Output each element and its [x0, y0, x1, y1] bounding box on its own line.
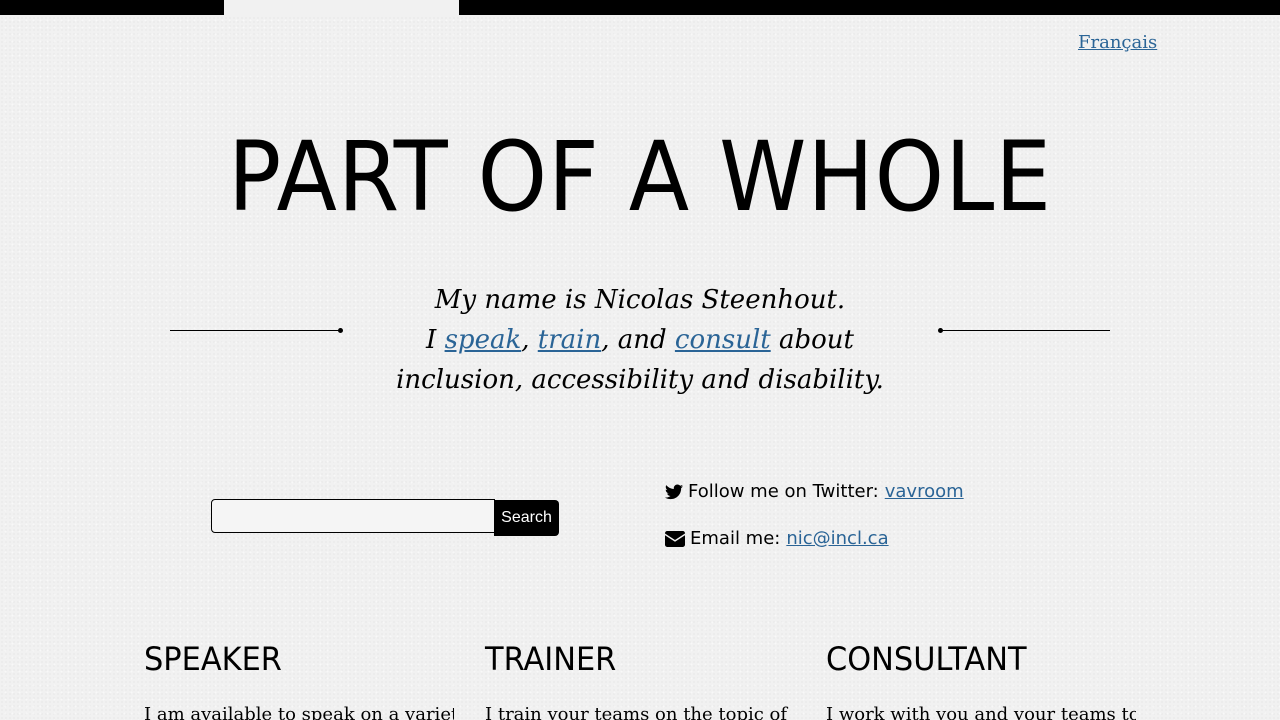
trainer-text: I train your teams on the topic of [485, 704, 788, 720]
site-title: PART OF A WHOLE [228, 121, 1052, 233]
tagline-line-2: I speak, train, and consult about [340, 320, 940, 360]
tagline-line-1: My name is Nicolas Steenhout. [434, 285, 846, 315]
speaker-text: I am available to speak on a variety [144, 704, 454, 720]
envelope-icon [665, 530, 685, 547]
twitter-contact: Follow me on Twitter: vavroom [665, 481, 964, 502]
language-switch-link[interactable]: Français [1078, 32, 1157, 53]
search-button[interactable]: Search [494, 500, 559, 536]
search-form: Search [211, 499, 559, 536]
trainer-section: TRAINER I train your teams on the topic … [485, 640, 795, 720]
train-link[interactable]: train [538, 325, 601, 355]
trainer-heading: TRAINER [485, 640, 617, 678]
top-bar-gap [224, 0, 459, 15]
tagline-line-3: inclusion, accessibility and disability. [396, 365, 884, 395]
tagline: My name is Nicolas Steenhout. I speak, t… [340, 280, 940, 400]
tagline-decoration-right [938, 328, 1110, 333]
speaker-heading: SPEAKER [144, 640, 282, 678]
tagline-prefix: I [426, 325, 445, 355]
twitter-label: Follow me on Twitter: [688, 481, 879, 502]
speaker-section: SPEAKER I am available to speak on a var… [144, 640, 454, 720]
consultant-section: CONSULTANT I work with you and your team… [826, 640, 1136, 720]
twitter-handle-link[interactable]: vavroom [885, 481, 964, 502]
top-bar [0, 0, 1280, 15]
search-input[interactable] [211, 499, 495, 533]
tagline-sep-1: , [521, 325, 538, 355]
consult-link[interactable]: consult [675, 325, 771, 355]
speak-link[interactable]: speak [445, 325, 522, 355]
email-link[interactable]: nic@incl.ca [786, 528, 888, 549]
tagline-sep-2: , and [601, 325, 675, 355]
twitter-icon [665, 484, 683, 499]
consultant-heading: CONSULTANT [826, 640, 1027, 678]
tagline-decoration-left [170, 328, 343, 333]
consultant-text: I work with you and your teams to [826, 704, 1136, 720]
email-label: Email me: [690, 528, 781, 549]
email-contact: Email me: nic@incl.ca [665, 528, 889, 549]
tagline-suffix: about [770, 325, 854, 355]
